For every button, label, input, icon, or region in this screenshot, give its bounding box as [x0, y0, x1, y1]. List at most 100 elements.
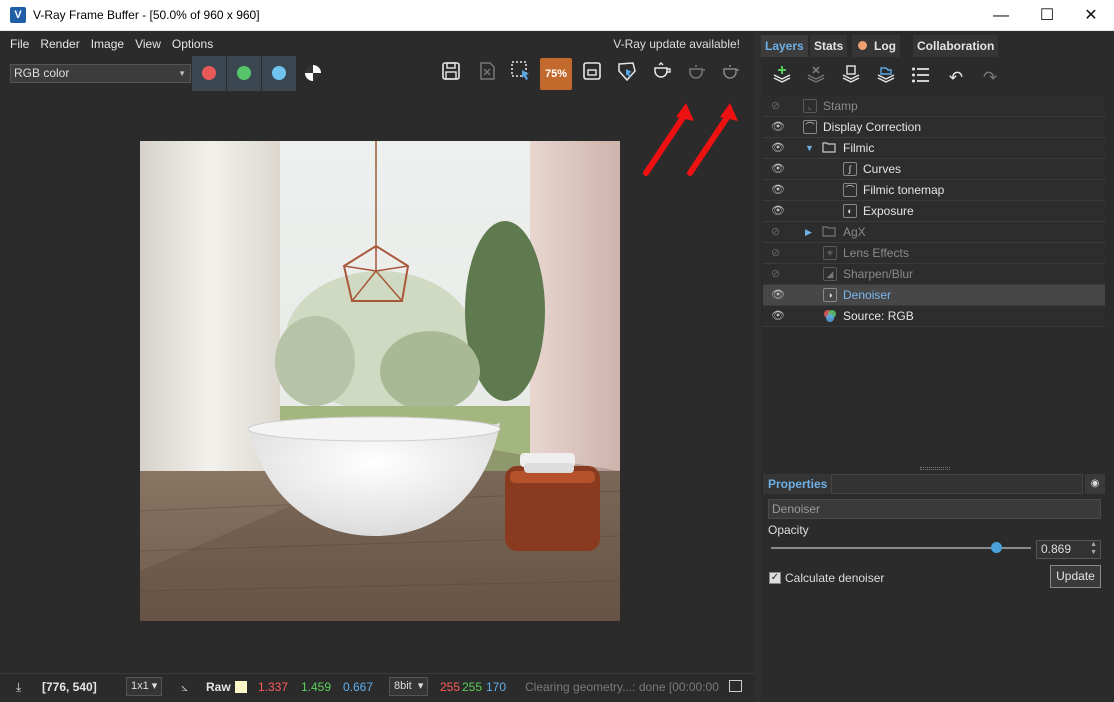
save-icon[interactable] [436, 60, 466, 90]
channel-select[interactable]: RGB color ▼ [10, 64, 191, 83]
green-8bit-value: 255 [462, 680, 483, 694]
menu-options[interactable]: Options [172, 33, 213, 55]
maximize-button[interactable]: ☐ [1024, 0, 1070, 31]
layer-row-lens-effects[interactable]: ⊘ ✳ Lens Effects [763, 243, 1105, 264]
layer-row-denoiser[interactable]: 👁 ◑ Denoiser [763, 285, 1105, 306]
layer-row-exposure[interactable]: 👁 ◐ Exposure [763, 201, 1105, 222]
visibility-eye-icon[interactable]: 👁 [771, 159, 785, 179]
render-teapot-icon[interactable] [682, 60, 712, 90]
visibility-off-icon[interactable]: ⊘ [771, 222, 780, 242]
layer-label: AgX [843, 225, 866, 239]
window-title: V-Ray Frame Buffer - [50.0% of 960 x 960… [33, 8, 260, 22]
blue-channel-button[interactable] [262, 56, 296, 91]
delete-layer-icon[interactable] [802, 64, 830, 92]
layer-row-sharpen-blur[interactable]: ⊘ ◢ Sharpen/Blur [763, 264, 1105, 285]
tab-stats[interactable]: Stats [810, 35, 848, 57]
folder-icon [822, 141, 836, 155]
properties-header-bar [831, 474, 1083, 494]
layer-row-filmic[interactable]: 👁 ▼ Filmic [763, 138, 1105, 159]
pixel-coordinates: [776, 540] [42, 680, 97, 694]
log-toggle-icon[interactable] [729, 680, 742, 692]
close-button[interactable]: ✕ [1068, 0, 1114, 31]
layer-row-stamp[interactable]: ⊘ ⌞ Stamp [763, 96, 1105, 117]
curves-icon: ∫ [843, 162, 857, 176]
stop-render-teapot-icon[interactable] [716, 60, 746, 90]
alpha-channel-icon[interactable] [305, 65, 321, 81]
properties-splitter[interactable] [920, 467, 950, 470]
region-render-icon[interactable] [506, 60, 536, 90]
add-layer-icon[interactable] [768, 64, 796, 92]
visibility-eye-icon[interactable]: 👁 [771, 180, 785, 200]
red-dot-icon [202, 66, 216, 80]
green-value: 1.459 [301, 680, 332, 694]
update-available-link[interactable]: V-Ray update available! [613, 33, 740, 55]
lens-icon: ✳ [823, 246, 837, 260]
visibility-eye-icon[interactable]: 👁 [771, 306, 785, 326]
menu-view[interactable]: View [135, 33, 161, 55]
layer-label: Exposure [863, 204, 914, 218]
blue-value: 0.667 [343, 680, 374, 694]
green-channel-button[interactable] [227, 56, 261, 91]
expand-right-icon[interactable]: ▶ [805, 222, 812, 242]
clear-image-icon[interactable] [472, 60, 502, 90]
visibility-eye-icon[interactable]: 👁 [771, 285, 785, 305]
layer-row-agx[interactable]: ⊘ ▶ AgX [763, 222, 1105, 243]
opacity-spinbox[interactable]: 0.869 ▲ ▼ [1036, 540, 1101, 559]
opacity-label: Opacity [768, 523, 809, 537]
pin-icon[interactable]: ◉ [1085, 474, 1105, 494]
bit-depth-select[interactable]: 8bit ▾ [389, 677, 429, 696]
save-layers-icon[interactable] [837, 64, 865, 92]
zoom-level-button[interactable]: 75% [540, 58, 572, 90]
visibility-off-icon[interactable]: ⊘ [771, 96, 780, 116]
green-dot-icon [237, 66, 251, 80]
expand-down-icon[interactable]: ▼ [805, 138, 814, 158]
raw-mode-label: Raw [206, 680, 231, 694]
visibility-eye-icon[interactable]: 👁 [771, 117, 785, 137]
lens-frame-icon[interactable] [577, 60, 607, 90]
sample-size-select[interactable]: 1x1 ▾ [126, 677, 163, 696]
visibility-off-icon[interactable]: ⊘ [771, 243, 780, 263]
layer-list-icon[interactable] [907, 64, 935, 92]
menu-file[interactable]: File [10, 33, 29, 55]
tab-collaboration[interactable]: Collaboration [913, 35, 999, 57]
track-mouse-icon[interactable] [612, 60, 642, 90]
menu-image[interactable]: Image [91, 33, 124, 55]
layer-row-display-correction[interactable]: 👁 ⌒ Display Correction [763, 117, 1105, 138]
visibility-eye-icon[interactable]: 👁 [771, 138, 785, 158]
layer-name-field[interactable]: Denoiser [768, 499, 1101, 519]
curve-icon: ⌒ [803, 120, 817, 134]
blue-8bit-value: 170 [486, 680, 507, 694]
interactive-render-icon[interactable] [647, 60, 677, 90]
angle-icon[interactable]: ⦣ [181, 680, 188, 695]
visibility-off-icon[interactable]: ⊘ [771, 264, 780, 284]
minimize-button[interactable]: — [978, 0, 1024, 31]
channel-select-value: RGB color [14, 66, 70, 80]
calculate-denoiser-checkbox[interactable]: ✓ [769, 572, 781, 584]
layer-row-curves[interactable]: 👁 ∫ Curves [763, 159, 1105, 180]
spin-arrows-icon[interactable]: ▲ ▼ [1090, 541, 1097, 557]
layer-label: Curves [863, 162, 902, 176]
color-swatch [235, 681, 247, 693]
red-value: 1.337 [258, 680, 289, 694]
layer-row-source-rgb[interactable]: 👁 Source: RGB [763, 306, 1105, 327]
menu-render[interactable]: Render [40, 33, 79, 55]
log-alert-icon [858, 41, 867, 50]
render-preview-image [140, 141, 620, 621]
tab-layers[interactable]: Layers [761, 35, 808, 57]
red-channel-button[interactable] [192, 56, 226, 91]
undo-icon[interactable]: ↶ [942, 64, 970, 92]
layer-label: Source: RGB [843, 309, 914, 323]
stamp-icon: ⌞ [803, 99, 817, 113]
layer-row-filmic-tonemap[interactable]: 👁 ⌒ Filmic tonemap [763, 180, 1105, 201]
visibility-eye-icon[interactable]: 👁 [771, 201, 785, 221]
layer-label: Display Correction [823, 120, 922, 134]
load-layers-icon[interactable] [872, 64, 900, 92]
sample-size-value: 1x1 [131, 680, 149, 692]
lock-coords-icon[interactable]: ⤓ [16, 680, 21, 695]
status-message: Clearing geometry...: done [00:00:00 [525, 680, 719, 694]
bit-depth-value: 8bit [394, 680, 412, 692]
layer-label: Filmic tonemap [863, 183, 945, 197]
update-button[interactable]: Update [1050, 565, 1101, 588]
tonemap-icon: ⌒ [843, 183, 857, 197]
redo-icon[interactable]: ↷ [976, 64, 1004, 92]
